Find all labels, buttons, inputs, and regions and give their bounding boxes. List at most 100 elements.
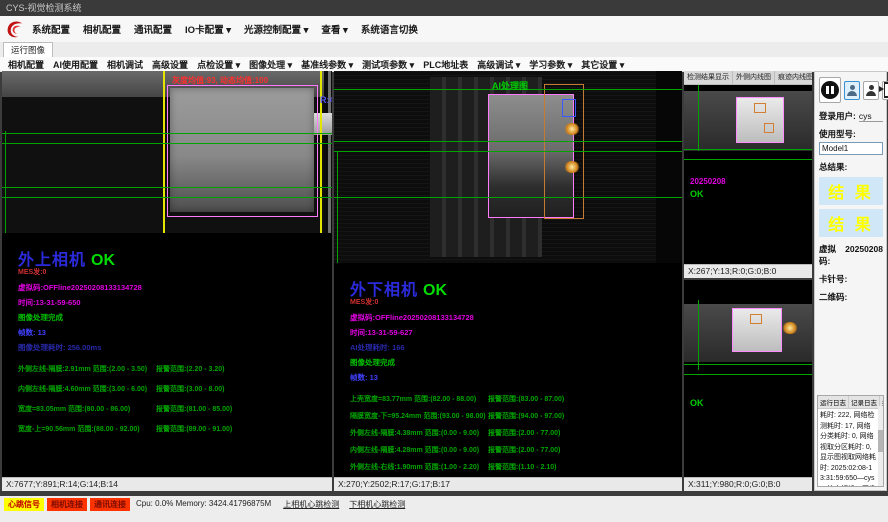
pixel-coord-bar: X:267;Y:13;R:0;G:0;B:0 <box>684 264 812 278</box>
measurement-alarm: 报警范围:(81.00 - 85.00) <box>156 404 232 414</box>
measure-line-green <box>684 374 812 375</box>
camera-image-upper-outer[interactable]: 灰度均值:93, 动态均值:100 R:46 <box>2 71 332 233</box>
menu-item[interactable]: 系统语言切换 <box>361 22 418 36</box>
measurement-value: 内侧左线-隔膜:4.60mm 范围:(3.00 - 6.00) <box>18 384 156 394</box>
aux-view-tab[interactable]: 外侧内线图 <box>733 71 775 84</box>
status-badge: 心跳信号 <box>4 498 44 511</box>
pause-button[interactable] <box>819 77 841 103</box>
detection-box <box>764 123 774 133</box>
roi-side-label: R:46 <box>320 95 332 105</box>
status-bar: 心跳信号相机连接通讯连接 Cpu: 0.0% Memory: 3424.4179… <box>0 496 888 522</box>
toolbar-item[interactable]: 高级调试 ▾ <box>477 58 520 71</box>
measure-line-green <box>684 364 812 365</box>
model-select[interactable]: Model1 <box>819 142 883 155</box>
machine-dark-right <box>656 71 682 263</box>
toolbar-item[interactable]: 图像处理 ▾ <box>249 58 292 71</box>
aux-view-tab[interactable]: 检测结果显示 <box>684 71 733 84</box>
toolbar-item[interactable]: 其它设置 ▾ <box>581 58 624 71</box>
virtual-code-value: 20250208 <box>845 244 883 254</box>
log-tab[interactable]: 运行日志 <box>818 396 849 408</box>
heartbeat-link[interactable]: 上相机心跳检测 <box>283 498 339 510</box>
toolbar-item[interactable]: AI使用配置 <box>53 58 98 71</box>
meta-line: 帧数: 13 <box>18 327 332 338</box>
meta-line: 帧数: 13 <box>350 372 682 383</box>
qr-row: 二维码: <box>819 291 883 303</box>
measurement-row: 上壳宽度=83.77mm 范围:(82.00 - 88.00) 报警范围:(83… <box>334 394 682 404</box>
toolbar-item[interactable]: 相机调试 <box>107 58 143 71</box>
measure-line-green-vertical <box>698 85 699 151</box>
status-ok: OK <box>91 252 115 269</box>
toolbar-item[interactable]: 相机配置 <box>8 58 44 71</box>
meta-line: 图像处理完成 <box>350 357 682 368</box>
aux-image-1[interactable]: 20250208 OK <box>684 85 812 265</box>
result-block-lower: 外下相机OK MES发:0 虚拟码:OFFline202502081331347… <box>334 276 682 496</box>
ai-image-label: AI处理图 <box>492 79 528 92</box>
operator-button[interactable] <box>844 81 860 100</box>
reference-line-yellow <box>163 71 165 233</box>
tab-run-image[interactable]: 运行图像 <box>3 42 53 57</box>
bright-spot <box>782 322 798 334</box>
pin-row: 卡针号: <box>819 273 883 285</box>
menu-item[interactable]: IO卡配置 ▾ <box>185 22 231 36</box>
menu-item[interactable]: 光源控制配置 ▾ <box>244 22 308 36</box>
login-user-value: cys <box>859 111 883 122</box>
tab-bar: 运行图像 <box>0 42 888 58</box>
measure-line-green <box>334 197 682 198</box>
measurement-list: 外侧左线-隔膜:2.91mm 范围:(2.00 - 3.50) 报警范围:(2.… <box>2 364 332 444</box>
measurement-row: 内侧左线-隔膜:4.28mm 范围:(0.00 - 9.00) 报警范围:(2.… <box>334 445 682 455</box>
measurement-alarm: 报警范围:(2.20 - 3.20) <box>156 364 224 374</box>
measure-line-green-vertical <box>337 151 338 263</box>
meta-line: 虚拟码:OFFline20250208133134728 <box>350 312 682 323</box>
toolbar-item[interactable]: 高级设置 <box>152 58 188 71</box>
person-icon <box>865 85 877 96</box>
result-badge: 结 果 <box>819 177 883 205</box>
app-logo-icon <box>4 18 26 40</box>
toolbar-item[interactable]: 测试项参数 ▾ <box>362 58 414 71</box>
measurement-alarm: 报警范围:(89.00 - 91.00) <box>156 424 232 434</box>
result-blocks: 结 果结 果 <box>819 177 883 237</box>
camera-panel-upper-outer: 灰度均值:93, 动态均值:100 R:46 外上相机OK MES发:0 虚拟码… <box>2 71 332 491</box>
exit-button[interactable] <box>882 81 888 100</box>
model-label: 使用型号: <box>819 128 856 140</box>
roi-rect-blue <box>562 99 576 117</box>
meta-line: 时间:13-31-59-650 <box>18 297 332 308</box>
virtual-code-row: 虚拟码: 20250208 <box>819 243 883 267</box>
heartbeat-link[interactable]: 下相机心跳检测 <box>349 498 405 510</box>
meta-lines: 虚拟码:OFFline20250208133134728时间:13-31-59-… <box>350 312 682 383</box>
menu-item[interactable]: 系统配置 <box>32 22 70 36</box>
log-text: 耗时: 222, 网络检测耗时: 17, 网络分类耗时: 0, 网络视取分区耗时… <box>818 409 883 487</box>
measure-line-green <box>2 143 332 144</box>
log-scrollbar[interactable] <box>878 406 883 486</box>
window-titlebar: CYS-视觉检测系统 <box>0 0 888 16</box>
status-badge: 通讯连接 <box>90 498 130 511</box>
toolbar-item[interactable]: 点检设置 ▾ <box>197 58 240 71</box>
measure-line-green <box>334 141 682 142</box>
exit-icon <box>884 82 888 98</box>
aux-ok-label: OK <box>690 398 704 408</box>
measurement-row: 宽度=83.05mm 范围:(80.00 - 86.00) 报警范围:(81.0… <box>2 404 332 414</box>
model-row: 使用型号: <box>819 128 883 140</box>
scrollbar-thumb[interactable] <box>878 430 883 452</box>
measurement-row: 宽度-上=90.56mm 范围:(88.00 - 92.00) 报警范围:(89… <box>2 424 332 434</box>
toolbar-item[interactable]: 学习参数 ▾ <box>529 58 572 71</box>
result-badge: 结 果 <box>819 209 883 237</box>
control-sidebar: 登录用户: cys 使用型号: Model1 总结果: 结 果结 果 虚拟码: … <box>814 71 887 491</box>
menu-bar: 系统配置相机配置通讯配置 IO卡配置 ▾ 光源控制配置 ▾ 查看 ▾ 系统语言切换 <box>0 16 888 43</box>
measure-line-green <box>2 133 332 134</box>
user-button[interactable] <box>863 81 879 100</box>
aux-image-2[interactable]: OK <box>684 280 812 478</box>
measurement-value: 宽度=83.05mm 范围:(80.00 - 86.00) <box>18 404 156 414</box>
app-window: CYS-视觉检测系统 系统配置相机配置通讯配置IO卡配置 ▾光源控制配置 ▾查看… <box>0 0 888 522</box>
pixel-coord-bar: X:311;Y:980;R:0;G:0;B:0 <box>684 477 812 491</box>
measurement-alarm: 报警范围:(94.00 - 97.00) <box>488 411 564 421</box>
log-tab[interactable]: 记录日志 <box>849 396 880 408</box>
aux-view-tab[interactable]: 痕迹内线图 <box>775 71 817 84</box>
menu-item[interactable]: 查看 ▾ <box>321 22 347 36</box>
camera-image-lower-outer[interactable]: AI处理图 <box>334 71 682 263</box>
menu-item[interactable]: 通讯配置 <box>134 22 172 36</box>
toolbar-item[interactable]: 基准线参数 ▾ <box>301 58 353 71</box>
toolbar-item[interactable]: PLC地址表 <box>423 58 468 71</box>
menu-item[interactable]: 相机配置 <box>83 22 121 36</box>
measurement-row: 隔膜宽度-下=95.24mm 范围:(93.00 - 98.00) 报警范围:(… <box>334 411 682 421</box>
measure-line-green-vertical <box>698 300 699 370</box>
